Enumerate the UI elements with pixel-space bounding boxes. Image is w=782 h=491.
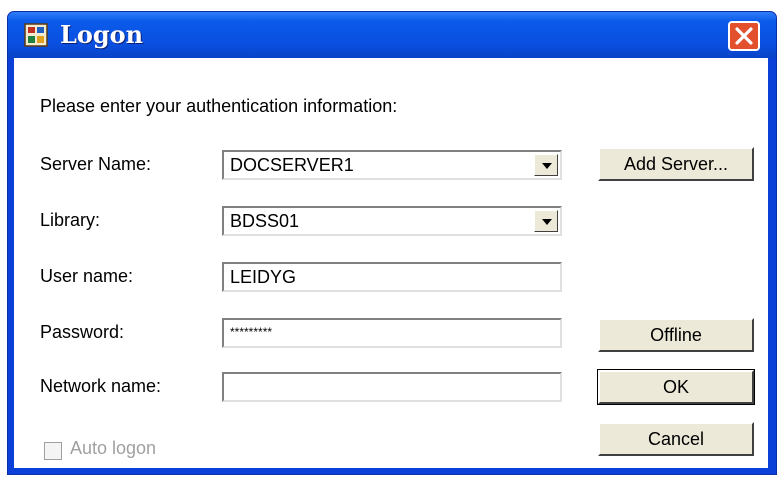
username-field[interactable]: LEIDYG xyxy=(222,262,562,292)
chevron-down-icon xyxy=(542,163,552,169)
username-label: User name: xyxy=(40,266,134,286)
server-dropdown-button[interactable] xyxy=(534,154,558,176)
library-combo[interactable]: BDSS01 xyxy=(222,206,562,236)
close-icon xyxy=(735,27,753,45)
ok-button[interactable]: OK xyxy=(597,369,755,405)
server-name-combo[interactable]: DOCSERVER1 xyxy=(222,150,562,180)
username-value: LEIDYG xyxy=(230,267,297,287)
password-value: ********* xyxy=(230,325,273,339)
password-label: Password: xyxy=(40,322,125,342)
auto-logon-label: Auto logon xyxy=(70,438,157,458)
auto-logon-checkbox[interactable] xyxy=(44,442,62,460)
library-dropdown-button[interactable] xyxy=(534,210,558,232)
background-strip xyxy=(0,0,782,8)
network-name-field[interactable] xyxy=(222,372,562,402)
password-field[interactable]: ********* xyxy=(222,318,562,348)
server-name-label: Server Name: xyxy=(40,154,152,174)
title-bar[interactable]: Logon xyxy=(8,12,776,58)
offline-button[interactable]: Offline xyxy=(598,318,754,352)
add-server-button[interactable]: Add Server... xyxy=(598,147,754,181)
app-icon xyxy=(24,23,48,47)
cancel-button[interactable]: Cancel xyxy=(598,422,754,456)
chevron-down-icon xyxy=(542,219,552,225)
close-button[interactable] xyxy=(728,21,760,51)
library-value: BDSS01 xyxy=(230,211,300,231)
window-title: Logon xyxy=(60,20,144,49)
network-name-label: Network name: xyxy=(40,376,162,396)
logon-dialog: Logon Please enter your authentication i… xyxy=(8,12,776,474)
library-label: Library: xyxy=(40,210,101,230)
dialog-body: Please enter your authentication informa… xyxy=(14,58,768,468)
server-name-value: DOCSERVER1 xyxy=(230,155,354,175)
background-strip-bottom xyxy=(0,478,782,491)
prompt-text: Please enter your authentication informa… xyxy=(40,96,398,116)
